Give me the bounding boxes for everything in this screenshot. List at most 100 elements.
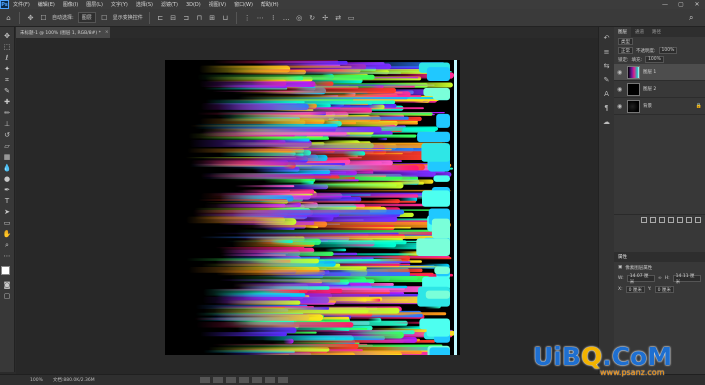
- link-icon[interactable]: ∞: [658, 276, 662, 281]
- history-brush-icon[interactable]: ↺: [2, 130, 13, 140]
- menu-file[interactable]: 文件(F): [9, 1, 34, 8]
- more-options-icon[interactable]: …: [282, 13, 291, 22]
- move-tool-icon[interactable]: ✥: [26, 13, 35, 22]
- fill-input[interactable]: 100%: [645, 56, 664, 63]
- eraser-icon[interactable]: ▱: [2, 141, 13, 151]
- taskbar-app-icon[interactable]: [213, 377, 223, 383]
- screen-mode-icon[interactable]: ▢: [2, 291, 13, 301]
- foreground-color[interactable]: [0, 266, 10, 275]
- show-transform-label[interactable]: 显示变换控件: [113, 14, 143, 21]
- paragraph-icon[interactable]: ¶: [602, 103, 612, 113]
- visibility-eye-icon[interactable]: ◉: [617, 86, 624, 93]
- quick-mask-icon[interactable]: ◙: [2, 280, 13, 290]
- 3d-mode-icon[interactable]: ◎: [295, 13, 304, 22]
- distribute-icon[interactable]: ⁞: [269, 13, 278, 22]
- link-layers-icon[interactable]: [641, 217, 647, 223]
- zoom-tool-icon[interactable]: ⌕: [2, 240, 13, 250]
- layer-row[interactable]: ◉ 图层 2: [614, 81, 705, 98]
- taskbar-app-icon[interactable]: [265, 377, 275, 383]
- color-swatches[interactable]: [0, 266, 14, 279]
- menu-window[interactable]: 窗口(W): [230, 1, 257, 8]
- add-mask-icon[interactable]: [659, 217, 665, 223]
- align-middle-icon[interactable]: ⊞: [208, 13, 217, 22]
- libraries-icon[interactable]: ☁: [602, 117, 612, 127]
- align-top-icon[interactable]: ⊓: [195, 13, 204, 22]
- 3d-rotate-icon[interactable]: ↻: [308, 13, 317, 22]
- y-input[interactable]: 0 厘米: [654, 286, 674, 293]
- blur-tool-icon[interactable]: 💧: [2, 163, 13, 173]
- dodge-tool-icon[interactable]: ●: [2, 174, 13, 184]
- healing-brush-icon[interactable]: ✚: [2, 97, 13, 107]
- gradient-tool-icon[interactable]: ▦: [2, 152, 13, 162]
- character-icon[interactable]: A: [602, 89, 612, 99]
- eyedropper-icon[interactable]: ✎: [2, 86, 13, 96]
- history-icon[interactable]: ↶: [602, 33, 612, 43]
- adjustment-layer-icon[interactable]: [668, 217, 674, 223]
- taskbar-app-icon[interactable]: [226, 377, 236, 383]
- blend-mode-dropdown[interactable]: 正常: [618, 47, 633, 54]
- document-canvas[interactable]: [165, 60, 460, 355]
- menu-filter[interactable]: 滤镜(T): [157, 1, 182, 8]
- layer-row[interactable]: ◉ 背景 🔒: [614, 98, 705, 115]
- kind-filter-dropdown[interactable]: 类型: [618, 38, 633, 45]
- visibility-eye-icon[interactable]: ◉: [617, 103, 624, 110]
- rectangle-tool-icon[interactable]: ▭: [2, 218, 13, 228]
- menu-edit[interactable]: 编辑(E): [34, 1, 59, 8]
- menu-type[interactable]: 文字(Y): [107, 1, 132, 8]
- home-icon[interactable]: ⌂: [4, 13, 13, 22]
- tab-paths[interactable]: 路径: [648, 27, 665, 37]
- height-input[interactable]: 14.11 厘米: [672, 274, 701, 285]
- align-left-icon[interactable]: ⊏: [156, 13, 165, 22]
- opacity-input[interactable]: 100%: [658, 47, 678, 54]
- path-select-icon[interactable]: ➤: [2, 207, 13, 217]
- taskbar-app-icon[interactable]: [278, 377, 288, 383]
- menu-help[interactable]: 帮助(H): [257, 1, 283, 8]
- adjust-icon[interactable]: ⇆: [602, 61, 612, 71]
- distribute-icon[interactable]: ⋯: [256, 13, 265, 22]
- zoom-level[interactable]: 100%: [30, 378, 43, 383]
- properties-icon[interactable]: ≡: [602, 47, 612, 57]
- align-center-icon[interactable]: ⊟: [169, 13, 178, 22]
- menu-image[interactable]: 图像(I): [59, 1, 82, 8]
- visibility-eye-icon[interactable]: ◉: [617, 69, 624, 76]
- new-layer-icon[interactable]: [686, 217, 692, 223]
- document-tab[interactable]: 未标题-1 @ 100% (图层 1, RGB/8#) * ×: [16, 27, 110, 38]
- 3d-scale-icon[interactable]: ▭: [347, 13, 356, 22]
- close-tab-icon[interactable]: ×: [105, 30, 109, 35]
- magic-wand-icon[interactable]: ✦: [2, 64, 13, 74]
- taskbar-app-icon[interactable]: [200, 377, 210, 383]
- lasso-tool-icon[interactable]: ℓ: [2, 53, 13, 63]
- distribute-icon[interactable]: ⋮: [243, 13, 252, 22]
- pen-tool-icon[interactable]: ✒: [2, 185, 13, 195]
- close-window-button[interactable]: ✕: [689, 1, 705, 8]
- menu-layer[interactable]: 图层(L): [82, 1, 107, 8]
- menu-view[interactable]: 视图(V): [205, 1, 230, 8]
- align-bottom-icon[interactable]: ⊔: [221, 13, 230, 22]
- more-tools-icon[interactable]: ⋯: [2, 251, 13, 261]
- auto-select-dropdown[interactable]: 图层: [77, 12, 96, 23]
- search-icon[interactable]: ⌕: [689, 13, 699, 23]
- delete-layer-icon[interactable]: [695, 217, 701, 223]
- crop-tool-icon[interactable]: ⌗: [2, 75, 13, 85]
- brush-tool-icon[interactable]: ✏: [2, 108, 13, 118]
- hand-tool-icon[interactable]: ✋: [2, 229, 13, 239]
- x-input[interactable]: 0 厘米: [625, 286, 645, 293]
- brush-settings-icon[interactable]: ✎: [602, 75, 612, 85]
- 3d-pan-icon[interactable]: ✢: [321, 13, 330, 22]
- width-input[interactable]: 14.07 厘米: [626, 274, 656, 285]
- align-right-icon[interactable]: ⊐: [182, 13, 191, 22]
- 3d-slide-icon[interactable]: ⇄: [334, 13, 343, 22]
- menu-select[interactable]: 选择(S): [132, 1, 157, 8]
- minimize-button[interactable]: —: [657, 1, 673, 8]
- tab-channels[interactable]: 通道: [631, 27, 648, 37]
- maximize-button[interactable]: ▢: [673, 1, 689, 8]
- checkbox-icon[interactable]: ☐: [39, 13, 48, 22]
- new-group-icon[interactable]: [677, 217, 683, 223]
- layer-style-icon[interactable]: [650, 217, 656, 223]
- taskbar-app-icon[interactable]: [239, 377, 249, 383]
- layer-row[interactable]: ◉ 图层 1: [614, 64, 705, 81]
- menu-3d[interactable]: 3D(D): [182, 2, 205, 8]
- type-tool-icon[interactable]: T: [2, 196, 13, 206]
- tab-layers[interactable]: 图层: [614, 27, 631, 37]
- move-tool-icon[interactable]: ✥: [2, 31, 13, 41]
